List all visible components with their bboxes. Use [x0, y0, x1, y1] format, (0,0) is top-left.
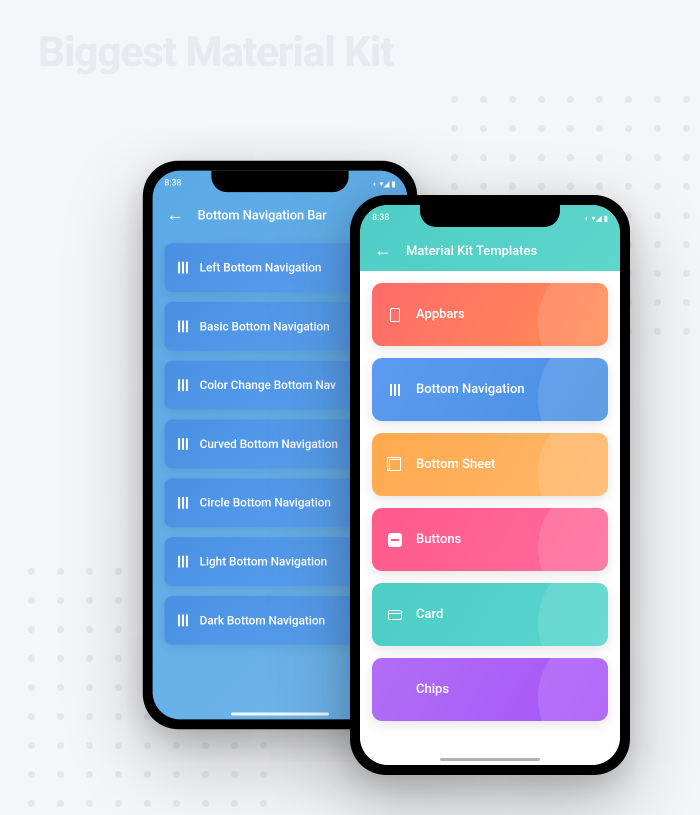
card-icon	[388, 608, 402, 622]
template-card-appbars[interactable]: Appbars	[372, 283, 608, 346]
template-card-bottom-sheet[interactable]: Bottom Sheet	[372, 433, 608, 496]
screen-templates: 8:38 ◐ ▾◢ ▮ ← Material Kit Templates App…	[360, 205, 620, 765]
template-card-list: Appbars Bottom Navigation Bottom Sheet B…	[360, 271, 620, 765]
card-label: Buttons	[416, 532, 461, 547]
list-item-label: Basic Bottom Navigation	[200, 320, 330, 334]
bars-icon	[178, 321, 188, 333]
sheet-icon	[388, 458, 402, 472]
status-icons: ◐ ▾◢ ▮	[373, 179, 396, 188]
back-arrow-icon[interactable]: ←	[374, 242, 392, 260]
status-icons: ◐ ▾◢ ▮	[585, 214, 608, 223]
list-item-label: Circle Bottom Navigation	[200, 496, 331, 510]
app-bar-title: Material Kit Templates	[406, 244, 537, 259]
list-item-label: Left Bottom Navigation	[200, 261, 322, 275]
template-card-bottom-navigation[interactable]: Bottom Navigation	[372, 358, 608, 421]
back-arrow-icon[interactable]: ←	[166, 207, 184, 225]
card-label: Chips	[416, 682, 449, 697]
list-item-label: Dark Bottom Navigation	[200, 614, 325, 628]
status-time: 8:38	[164, 178, 181, 188]
list-item-label: Color Change Bottom Nav	[200, 378, 336, 392]
list-item-label: Light Bottom Navigation	[200, 555, 328, 569]
bars-icon	[178, 379, 188, 391]
phone-mockup-front: 8:38 ◐ ▾◢ ▮ ← Material Kit Templates App…	[350, 195, 630, 775]
phone-notch	[420, 205, 560, 227]
template-card-chips[interactable]: Chips	[372, 658, 608, 721]
appbar-icon	[388, 308, 402, 322]
list-item-label: Curved Bottom Navigation	[200, 437, 338, 451]
bars-icon	[178, 438, 188, 450]
button-icon	[388, 533, 402, 547]
bars-icon	[178, 615, 188, 627]
card-label: Bottom Sheet	[416, 457, 495, 472]
bars-icon	[178, 497, 188, 509]
hero-title: Biggest Material Kit	[38, 28, 394, 77]
template-card-buttons[interactable]: Buttons	[372, 508, 608, 571]
home-indicator	[440, 758, 540, 761]
phone-notch	[211, 171, 348, 193]
bars-icon	[178, 556, 188, 568]
home-indicator	[231, 713, 329, 716]
chip-icon	[388, 683, 402, 697]
card-label: Bottom Navigation	[416, 382, 525, 397]
bars-icon	[388, 383, 402, 397]
template-card-card[interactable]: Card	[372, 583, 608, 646]
card-label: Card	[416, 607, 443, 622]
app-bar: ← Material Kit Templates	[360, 231, 620, 271]
card-label: Appbars	[416, 307, 465, 322]
bars-icon	[178, 262, 188, 274]
app-bar-title: Bottom Navigation Bar	[198, 208, 327, 223]
status-time: 8:38	[372, 213, 389, 223]
